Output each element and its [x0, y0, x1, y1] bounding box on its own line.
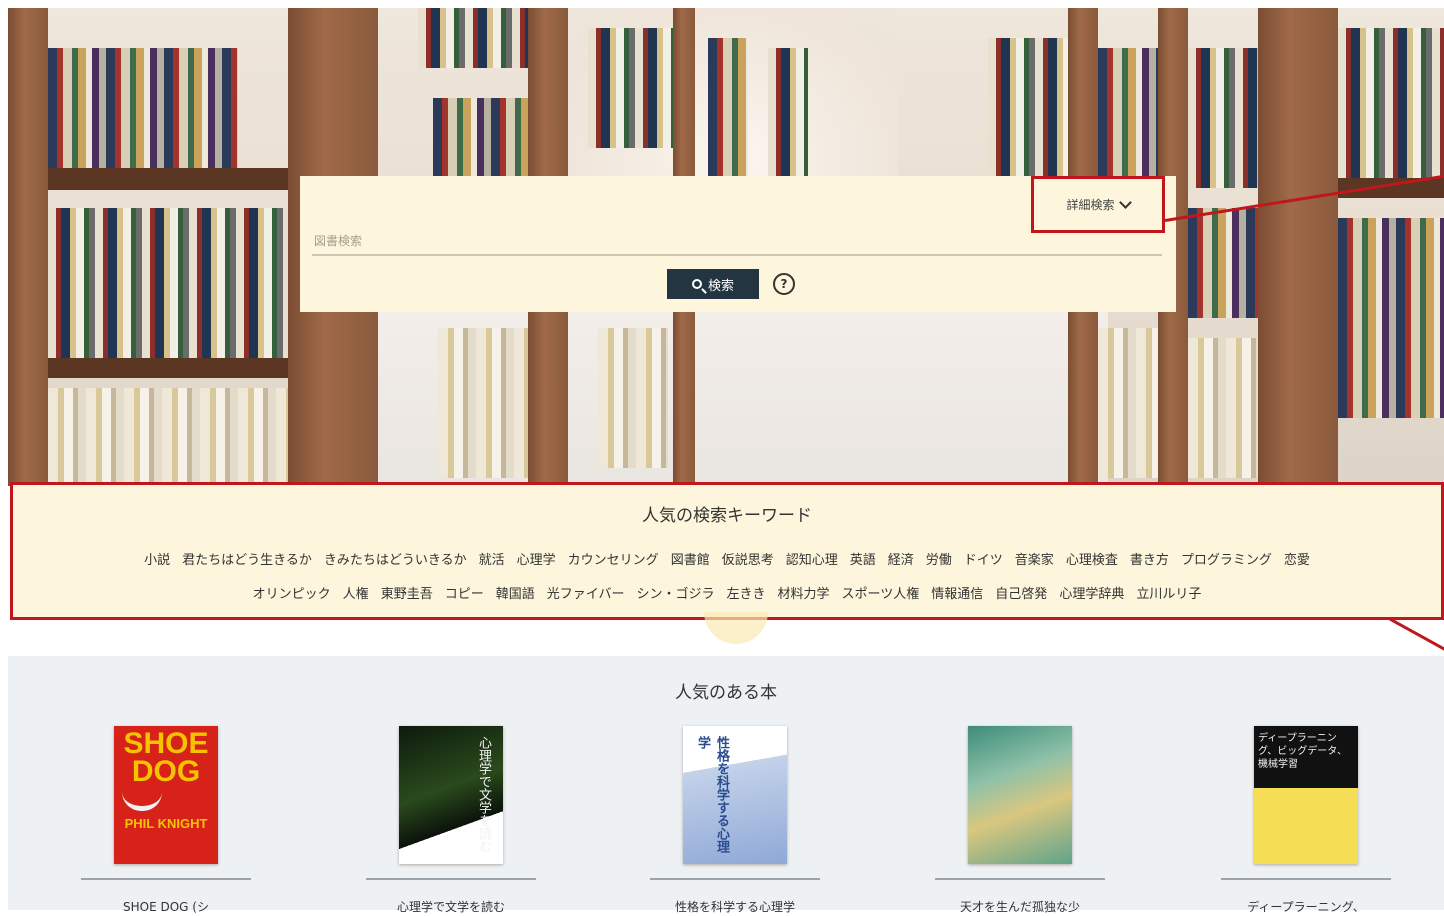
- bookshelf: [1188, 208, 1258, 318]
- cover-title: 性格を科学する心理学: [695, 736, 729, 853]
- popular-books-title: 人気のある本: [675, 683, 777, 703]
- keyword-link[interactable]: 音楽家: [1015, 553, 1054, 568]
- swoosh-logo: [122, 792, 162, 811]
- book-card[interactable]: 天才を生んだ孤独な少: [935, 726, 1105, 916]
- help-icon[interactable]: ?: [773, 273, 795, 295]
- keyword-link[interactable]: プログラミング: [1181, 553, 1272, 568]
- keyword-link[interactable]: 心理学: [517, 553, 556, 568]
- keyword-link[interactable]: 恋愛: [1284, 553, 1310, 568]
- keyword-link[interactable]: ドイツ: [964, 553, 1003, 568]
- book-title[interactable]: SHOE DOG (シ: [81, 898, 251, 915]
- bookshelf: [48, 48, 238, 168]
- bookshelf: [588, 28, 678, 148]
- search-button-label: 検索: [707, 278, 734, 294]
- keyword-link[interactable]: 人権: [343, 587, 369, 602]
- search-input[interactable]: [312, 228, 1162, 256]
- book-card[interactable]: SHOE DOG PHIL KNIGHT SHOE DOG (シ: [81, 726, 251, 916]
- keyword-link[interactable]: 君たちはどう生きるか: [182, 553, 312, 568]
- keyword-link[interactable]: 就活: [479, 553, 505, 568]
- keyword-link[interactable]: 東野圭吾: [381, 587, 433, 602]
- keyword-link[interactable]: 心理検査: [1066, 553, 1118, 568]
- keyword-link[interactable]: 認知心理: [786, 553, 838, 568]
- search-button[interactable]: 検索: [667, 269, 759, 299]
- book-cover[interactable]: 性格を科学する心理学: [683, 726, 787, 864]
- divider: [366, 878, 536, 880]
- keyword-link[interactable]: 情報通信: [931, 587, 983, 602]
- keyword-link[interactable]: 心理学辞典: [1059, 587, 1124, 602]
- divider: [935, 878, 1105, 880]
- keyword-link[interactable]: 小説: [144, 553, 170, 568]
- bookshelf: [433, 98, 533, 178]
- cover-title: 心理学で文学を読む: [476, 736, 491, 853]
- keyword-link[interactable]: コピー: [445, 587, 484, 602]
- bookshelf: [48, 388, 288, 486]
- advanced-search-toggle[interactable]: 詳細検索: [1031, 176, 1165, 233]
- bookshelf: [418, 8, 528, 68]
- book-card[interactable]: 性格を科学する心理学 性格を科学する心理学: [650, 726, 820, 916]
- decorative-orb: [704, 612, 768, 644]
- keyword-link[interactable]: 図書館: [671, 553, 710, 568]
- cover-title: SHOE DOG: [123, 727, 209, 788]
- cover-author: PHIL KNIGHT: [124, 816, 208, 831]
- popular-keywords-title: 人気の検索キーワード: [642, 506, 812, 526]
- keyword-link[interactable]: 自己啓発: [995, 587, 1047, 602]
- book-title[interactable]: ディープラーニング、: [1221, 898, 1391, 915]
- keyword-link[interactable]: 光ファイバー: [547, 587, 625, 602]
- popular-books-section: 人気のある本 SHOE DOG PHIL KNIGHT SHOE DOG (シ …: [8, 656, 1444, 914]
- keyword-link[interactable]: オリンピック: [253, 587, 331, 602]
- keyword-link[interactable]: カウンセリング: [568, 553, 659, 568]
- keyword-link[interactable]: 労働: [926, 553, 952, 568]
- keyword-link[interactable]: 経済: [888, 553, 914, 568]
- keyword-link[interactable]: きみたちはどういきるか: [324, 553, 467, 568]
- keyword-link[interactable]: 仮説思考: [722, 553, 774, 568]
- chevron-down-icon: [1118, 196, 1132, 209]
- keyword-link[interactable]: 左きき: [727, 587, 766, 602]
- divider: [1221, 878, 1391, 880]
- bookshelf: [1098, 48, 1158, 178]
- book-title[interactable]: 心理学で文学を読む: [366, 898, 536, 915]
- bookshelf: [768, 48, 808, 178]
- bookcase-left-upright: [8, 8, 48, 486]
- keyword-link[interactable]: 書き方: [1130, 553, 1169, 568]
- bookshelf: [1098, 328, 1158, 478]
- cover-title: ディープラーニング、ビッグデータ、機械学習: [1258, 733, 1347, 770]
- divider: [81, 878, 251, 880]
- book-card[interactable]: ディープラーニング、ビッグデータ、機械学習 ディープラーニング、: [1221, 726, 1391, 916]
- keyword-link[interactable]: 材料力学: [778, 587, 830, 602]
- bookshelf: [1338, 28, 1444, 178]
- bookshelf: [708, 38, 748, 178]
- book-card[interactable]: 心理学で文学を読む 心理学で文学を読む: [366, 726, 536, 916]
- search-icon: [691, 279, 702, 289]
- bookshelf: [598, 328, 668, 468]
- bookshelf: [1188, 338, 1258, 478]
- book-cover[interactable]: SHOE DOG PHIL KNIGHT: [114, 726, 218, 864]
- book-title[interactable]: 性格を科学する心理学: [650, 898, 820, 915]
- bookshelf: [48, 208, 288, 358]
- book-title[interactable]: 天才を生んだ孤独な少: [935, 898, 1105, 915]
- keyword-link[interactable]: 立川ルリ子: [1136, 587, 1201, 602]
- book-cover[interactable]: ディープラーニング、ビッグデータ、機械学習: [1254, 726, 1358, 864]
- keyword-link[interactable]: スポーツ人権: [842, 587, 920, 602]
- book-cover[interactable]: [968, 726, 1072, 864]
- keyword-link[interactable]: 韓国語: [496, 587, 535, 602]
- bookshelf: [1338, 218, 1444, 418]
- shelf-board: [48, 358, 288, 378]
- keyword-link[interactable]: 英語: [850, 553, 876, 568]
- keyword-link[interactable]: シン・ゴジラ: [636, 587, 714, 602]
- bookcase-upright: [1258, 8, 1338, 486]
- keyword-row: オリンピック 人権 東野圭吾 コピー 韓国語 光ファイバー シン・ゴジラ 左きき 材料力学 スポー…: [13, 583, 1441, 602]
- popular-keywords-panel: 人気の検索キーワード 小説 君たちはどう生きるか きみたちはどういきるか 就活 心理学カ…: [10, 482, 1444, 620]
- bookshelf: [1188, 48, 1258, 188]
- keyword-row: 小説 君たちはどう生きるか きみたちはどういきるか 就活 心理学 カウンセリング 図書館 仮説…: [13, 549, 1441, 568]
- bookshelf: [988, 38, 1068, 188]
- book-cover[interactable]: 心理学で文学を読む: [399, 726, 503, 864]
- divider: [650, 878, 820, 880]
- advanced-search-label: 詳細検索: [1066, 198, 1115, 212]
- shelf-board: [48, 168, 288, 190]
- bookshelf: [438, 328, 538, 478]
